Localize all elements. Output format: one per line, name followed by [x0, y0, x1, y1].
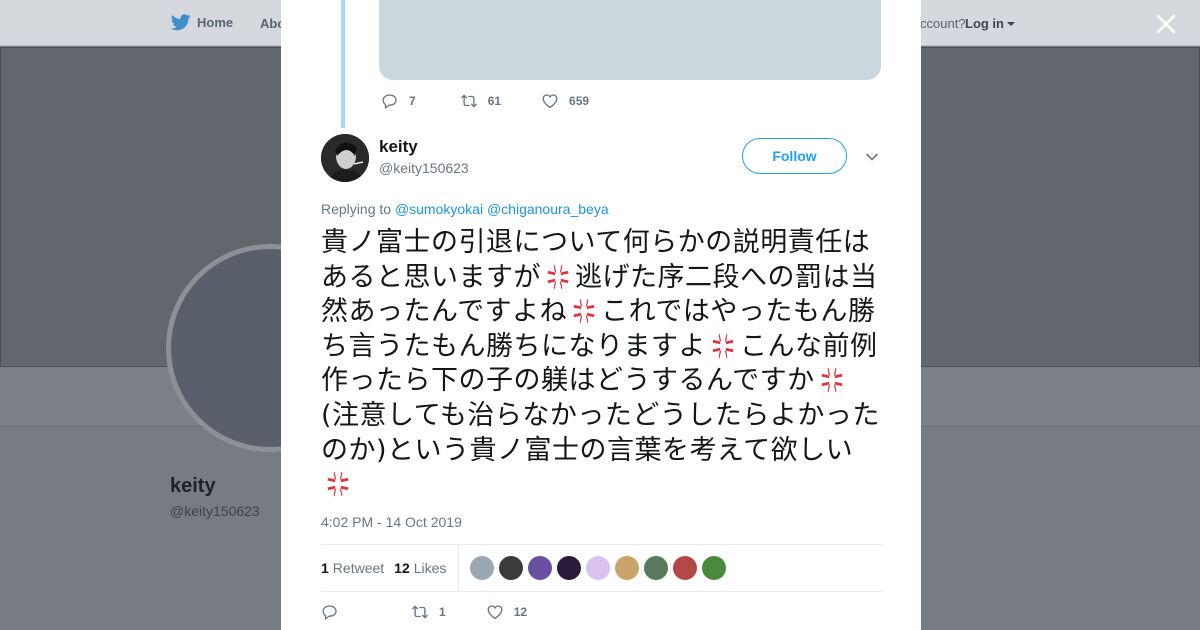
- liker-avatar-3[interactable]: [528, 556, 553, 580]
- like-stat-count: 12: [394, 560, 410, 576]
- caret-down-icon: [1007, 22, 1015, 26]
- like-button[interactable]: 659: [541, 92, 589, 110]
- nav-home-link[interactable]: Home: [171, 14, 233, 31]
- reply-button[interactable]: 7: [381, 92, 416, 110]
- close-icon[interactable]: [1152, 10, 1180, 38]
- liker-avatars: [470, 556, 731, 580]
- previous-tweet-media[interactable]: [379, 0, 881, 80]
- reply-icon: [322, 605, 337, 621]
- heart-icon: [487, 605, 503, 620]
- tweet-actions: 1 12: [321, 603, 553, 621]
- liker-avatar-5[interactable]: [586, 556, 611, 580]
- like-stat-label: Likes: [413, 560, 447, 576]
- nav-account-prompt: ccount?: [920, 16, 966, 31]
- reply-count: 7: [409, 94, 416, 108]
- mention-link-sumokyokai[interactable]: @sumokyokai: [395, 201, 483, 217]
- profile-name: keity: [170, 475, 216, 497]
- retweet-stat-label: Retweet: [332, 560, 385, 576]
- retweet-button[interactable]: 1: [411, 603, 446, 621]
- retweet-icon: [412, 605, 428, 619]
- tweet-permalink-modal: 7 61 659 keity @keity150623 Follow Reply…: [281, 0, 921, 630]
- retweet-button[interactable]: 61: [460, 92, 501, 110]
- twitter-bird-icon: [171, 14, 191, 31]
- mention-link-chiganoura-beya[interactable]: @chiganoura_beya: [487, 201, 609, 217]
- follow-button[interactable]: Follow: [742, 138, 847, 174]
- liker-avatar-8[interactable]: [673, 556, 698, 580]
- liker-avatar-4[interactable]: [557, 556, 582, 580]
- liker-avatar-9[interactable]: [702, 556, 727, 580]
- nav-login-label: Log in: [965, 16, 1004, 31]
- thread-connector-line: [341, 0, 345, 128]
- reply-icon: [382, 94, 397, 110]
- tweet-text-part-5: (注意しても治らなかったどうしたらよかったのか)という貴ノ富士の言葉を考えて欲し…: [321, 399, 880, 466]
- author-handle[interactable]: @keity150623: [379, 160, 469, 176]
- liker-avatar-7[interactable]: [644, 556, 669, 580]
- reply-button[interactable]: [321, 603, 349, 621]
- like-count: 12: [513, 605, 528, 619]
- chevron-down-icon[interactable]: [865, 150, 879, 164]
- anger-symbol-icon: [573, 298, 595, 324]
- liker-avatar-6[interactable]: [615, 556, 640, 580]
- like-count: 659: [569, 94, 590, 108]
- anger-symbol-icon: [327, 471, 349, 497]
- author-portrait-image: [321, 134, 369, 182]
- profile-handle: @keity150623: [170, 503, 260, 519]
- tweet-text: 貴ノ富士の引退について何らかの説明責任はあると思いますが 逃げた序二段への罰は当然…: [321, 226, 883, 503]
- anger-symbol-icon: [821, 368, 843, 393]
- tweet-stats: 1 Retweet 12 Likes: [321, 544, 882, 592]
- replying-prefix: Replying to: [321, 201, 392, 217]
- nav-home-label: Home: [197, 15, 234, 30]
- author-name[interactable]: keity: [379, 137, 418, 157]
- retweet-icon: [460, 94, 477, 108]
- retweet-count: 1: [439, 605, 446, 619]
- replying-to: Replying to @sumokyokai @chiganoura_beya: [321, 201, 609, 217]
- previous-tweet-actions: 7 61 659: [381, 92, 615, 110]
- liker-avatar-1[interactable]: [470, 556, 495, 580]
- anger-symbol-icon: [712, 333, 734, 359]
- tweet-timestamp[interactable]: 4:02 PM - 14 Oct 2019: [321, 514, 462, 530]
- liker-avatar-2[interactable]: [499, 556, 524, 580]
- retweet-stat-count: 1: [321, 560, 329, 576]
- heart-icon: [542, 94, 558, 109]
- stats-divider: [458, 544, 460, 592]
- nav-login-dropdown[interactable]: Log in: [965, 16, 1015, 31]
- retweet-count: 61: [487, 94, 502, 108]
- like-stat[interactable]: 12 Likes: [394, 560, 446, 576]
- retweet-stat[interactable]: 1 Retweet: [321, 560, 384, 576]
- anger-symbol-icon: [547, 264, 569, 289]
- like-button[interactable]: 12: [486, 603, 527, 621]
- author-avatar[interactable]: [321, 134, 369, 182]
